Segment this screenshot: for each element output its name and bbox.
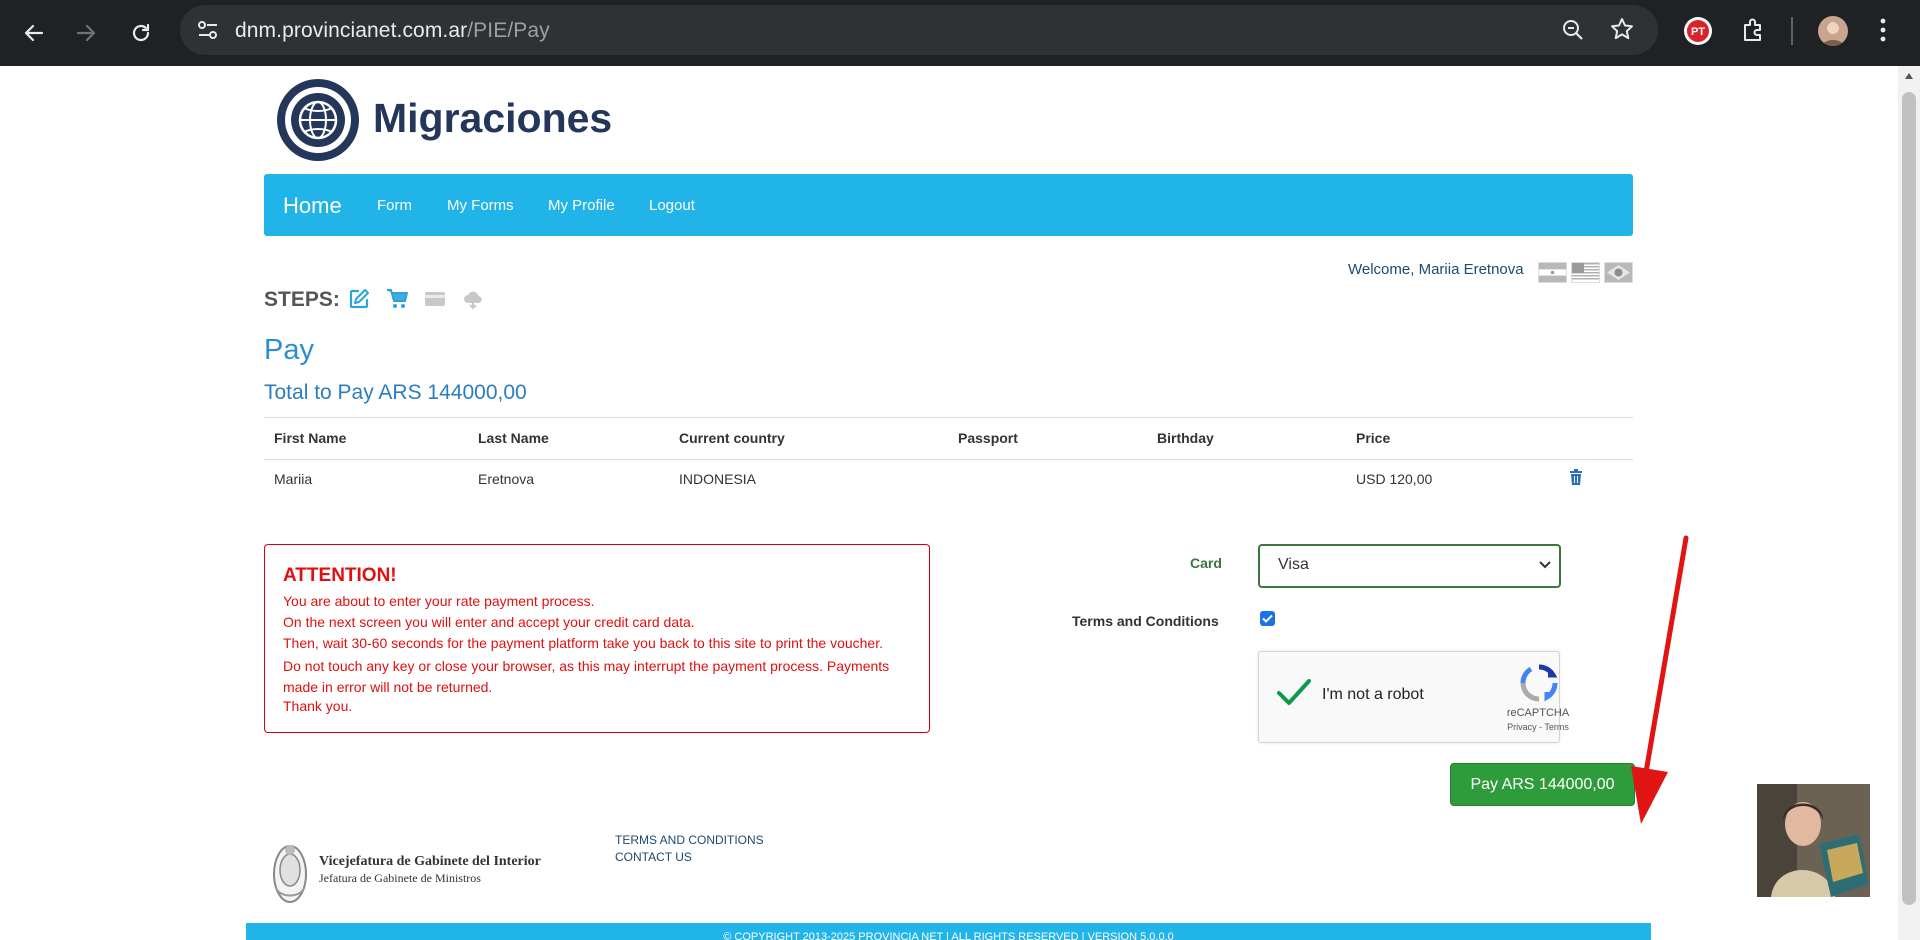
svg-text:PT: PT xyxy=(1691,26,1705,38)
back-button[interactable] xyxy=(15,14,53,52)
table-divider xyxy=(264,417,1633,418)
col-price: Price xyxy=(1356,430,1391,446)
terms-checkbox[interactable] xyxy=(1260,611,1275,626)
cart-step-icon xyxy=(386,288,408,315)
attention-line: Thank you. xyxy=(283,698,353,714)
browser-toolbar: dnm.provincianet.com.ar/PIE/Pay PT xyxy=(0,0,1920,66)
captcha-check[interactable] xyxy=(1277,678,1311,711)
copyright-bar: © COPYRIGHT 2013-2025 PROVINCIA NET | AL… xyxy=(246,923,1651,940)
scroll-up-icon[interactable] xyxy=(1904,72,1914,80)
bookmark-star-icon[interactable] xyxy=(1610,17,1634,41)
captcha-label: I'm not a robot xyxy=(1322,686,1424,703)
extension-pt-icon[interactable]: PT xyxy=(1684,17,1712,45)
recaptcha-widget: I'm not a robot reCAPTCHA Privacy - Term… xyxy=(1258,651,1569,743)
arrow-left-icon xyxy=(24,24,44,42)
card-select[interactable]: Visa xyxy=(1258,544,1561,588)
col-birthday: Birthday xyxy=(1157,430,1214,446)
cell-first-name: Mariia xyxy=(274,471,313,487)
flag-brazil-icon[interactable] xyxy=(1604,262,1633,283)
pay-button[interactable]: Pay ARS 144000,00 xyxy=(1450,763,1635,806)
profile-avatar[interactable] xyxy=(1818,16,1848,46)
attention-line: Then, wait 30-60 seconds for the payment… xyxy=(283,635,883,651)
nav-home-link[interactable]: Home xyxy=(283,193,342,219)
attention-box: ATTENTION! You are about to enter your r… xyxy=(264,544,930,733)
nav-logout-link[interactable]: Logout xyxy=(649,197,695,214)
green-checkmark-icon xyxy=(1277,679,1311,705)
attention-title: ATTENTION! xyxy=(283,565,397,586)
chevron-down-icon xyxy=(1539,561,1551,569)
forward-button[interactable] xyxy=(67,14,105,52)
flag-argentina-icon[interactable] xyxy=(1538,262,1567,283)
flag-usa-icon[interactable] xyxy=(1571,262,1600,283)
card-select-value: Visa xyxy=(1278,556,1309,573)
vertical-scrollbar[interactable] xyxy=(1898,66,1920,940)
cell-price: USD 120,00 xyxy=(1356,471,1433,487)
webcam-person-image xyxy=(1757,784,1870,897)
cell-last-name: Eretnova xyxy=(478,471,535,487)
menu-kebab-icon[interactable] xyxy=(1878,17,1888,43)
col-last-name: Last Name xyxy=(478,430,549,446)
terms-and-conditions-link[interactable]: TERMS AND CONDITIONS xyxy=(615,833,764,847)
copyright-text: © COPYRIGHT 2013-2025 PROVINCIA NET | AL… xyxy=(723,931,1174,940)
attention-line: On the next screen you will enter and ac… xyxy=(283,614,695,630)
vicejefatura-logo: Vicejefatura de Gabinete del Interior Je… xyxy=(264,834,610,910)
nav-my-profile-link[interactable]: My Profile xyxy=(548,197,615,214)
globe-logo-icon xyxy=(277,79,359,161)
zoom-icon[interactable] xyxy=(1561,18,1585,42)
captcha-privacy-terms[interactable]: Privacy - Terms xyxy=(1507,722,1569,732)
address-bar[interactable]: dnm.provincianet.com.ar/PIE/Pay xyxy=(180,5,1658,55)
cloud-download-step-icon xyxy=(462,288,484,315)
welcome-text: Welcome, Mariia Eretnova xyxy=(1348,261,1524,278)
arrow-right-icon xyxy=(76,24,96,42)
total-to-pay: Total to Pay ARS 144000,00 xyxy=(264,381,527,404)
cell-country: INDONESIA xyxy=(679,471,757,487)
annotation-red-arrow xyxy=(1631,535,1689,824)
toolbar-separator xyxy=(1791,17,1793,45)
col-passport: Passport xyxy=(958,430,1018,446)
brand-name: Migraciones xyxy=(373,95,613,141)
table-divider xyxy=(264,459,1633,460)
page-title: Pay xyxy=(264,334,314,366)
captcha-brand: reCAPTCHA xyxy=(1506,707,1570,719)
steps-label: STEPS: xyxy=(264,288,340,311)
credit-card-step-icon xyxy=(424,288,446,315)
webcam-overlay xyxy=(1757,784,1870,897)
nav-form-link[interactable]: Form xyxy=(377,197,412,214)
main-navbar: Home Form My Forms My Profile Logout xyxy=(264,174,1633,236)
page-viewport: Migraciones Home Form My Forms My Profil… xyxy=(0,66,1898,940)
col-current-country: Current country xyxy=(679,430,785,446)
delete-trash-icon[interactable] xyxy=(1569,469,1583,490)
recaptcha-logo-icon xyxy=(1520,664,1558,707)
checkmark-icon xyxy=(1262,614,1273,623)
migraciones-logo[interactable] xyxy=(276,78,360,167)
contact-us-link[interactable]: CONTACT US xyxy=(615,850,692,864)
attention-line: Do not touch any key or close your brows… xyxy=(283,658,890,695)
footer-logo-subtitle: Jefatura de Gabinete de Ministros xyxy=(319,871,481,885)
scrollbar-thumb[interactable] xyxy=(1902,92,1916,905)
url-text[interactable]: dnm.provincianet.com.ar/PIE/Pay xyxy=(235,19,550,43)
extensions-puzzle-icon[interactable] xyxy=(1740,17,1766,43)
coat-of-arms-icon xyxy=(273,845,307,903)
col-first-name: First Name xyxy=(274,430,347,446)
site-settings-icon xyxy=(198,21,217,39)
nav-my-forms-link[interactable]: My Forms xyxy=(447,197,514,214)
terms-label: Terms and Conditions xyxy=(1072,613,1219,629)
footer-logo-title: Vicejefatura de Gabinete del Interior xyxy=(319,854,541,869)
attention-line: You are about to enter your rate payment… xyxy=(283,593,595,609)
edit-step-icon xyxy=(348,288,370,315)
reload-icon xyxy=(132,23,150,42)
card-label: Card xyxy=(1190,555,1222,571)
reload-button[interactable] xyxy=(122,14,160,52)
